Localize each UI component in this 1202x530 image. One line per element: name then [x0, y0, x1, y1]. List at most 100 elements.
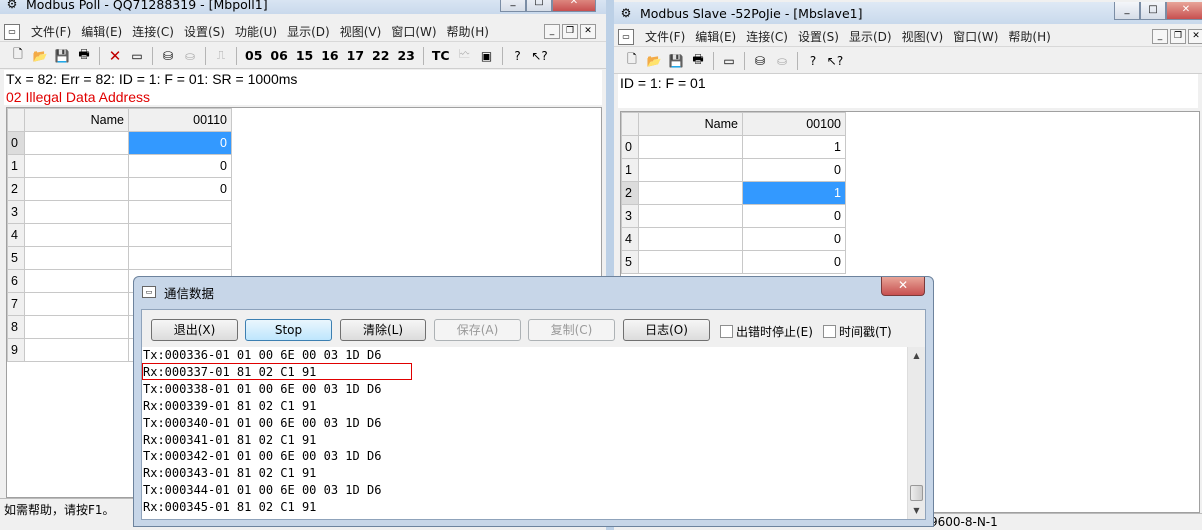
connect-icon[interactable]: ⛁ — [158, 46, 178, 66]
name-cell[interactable] — [638, 181, 743, 205]
mdi-minimize-button[interactable]: _ — [1152, 29, 1168, 44]
close-button[interactable]: ✕ — [1166, 2, 1202, 20]
context-help-icon[interactable]: ↖? — [825, 51, 845, 71]
name-cell[interactable] — [24, 154, 129, 178]
chart-icon[interactable]: 🗠 — [455, 46, 475, 66]
name-cell[interactable] — [638, 135, 743, 159]
new-file-icon[interactable]: 🗋 — [622, 51, 642, 71]
menu-functions[interactable]: 功能(U) — [230, 23, 282, 40]
fc-15-button[interactable]: 15 — [293, 46, 316, 66]
fc-22-button[interactable]: 22 — [369, 46, 392, 66]
menu-connection[interactable]: 连接(C) — [127, 23, 179, 40]
menu-edit[interactable]: 编辑(E) — [76, 23, 127, 40]
scroll-down-arrow-icon[interactable]: ▼ — [908, 502, 925, 519]
name-cell[interactable] — [24, 292, 129, 316]
value-cell[interactable] — [128, 223, 232, 247]
checkbox-box[interactable] — [823, 325, 836, 338]
open-folder-icon[interactable]: 📂 — [644, 51, 664, 71]
value-cell[interactable]: 0 — [128, 154, 232, 178]
log-button[interactable]: 日志(O) — [623, 319, 710, 341]
menu-edit[interactable]: 编辑(E) — [690, 28, 741, 45]
fc-17-button[interactable]: 17 — [344, 46, 367, 66]
window-icon[interactable]: ▭ — [127, 46, 147, 66]
menu-view[interactable]: 视图(V) — [335, 23, 387, 40]
copy-button[interactable]: 复制(C) — [528, 319, 615, 341]
print-icon[interactable]: 🖶 — [74, 46, 94, 66]
name-cell[interactable] — [24, 338, 129, 362]
value-cell[interactable]: 0 — [742, 158, 846, 182]
dialog-titlebar[interactable]: ▭ 通信数据 — [142, 283, 214, 301]
menu-setup[interactable]: 设置(S) — [793, 28, 844, 45]
value-cell[interactable]: 1 — [742, 135, 846, 159]
mdi-child-icon[interactable]: ▭ — [4, 23, 20, 40]
maximize-button[interactable]: □ — [1140, 2, 1166, 20]
name-cell[interactable] — [638, 250, 743, 274]
mdi-child-icon[interactable]: ▭ — [618, 28, 634, 45]
traffic-log[interactable]: Tx:000336-01 01 00 6E 00 03 1D D6 Rx:000… — [142, 347, 907, 519]
menu-file[interactable]: 文件(F) — [26, 23, 76, 40]
name-cell[interactable] — [638, 227, 743, 251]
maximize-button[interactable]: □ — [526, 0, 552, 12]
checkbox-box[interactable] — [720, 325, 733, 338]
menu-help[interactable]: 帮助(H) — [442, 23, 494, 40]
value-cell[interactable]: 0 — [128, 131, 232, 155]
value-cell[interactable]: 0 — [742, 227, 846, 251]
name-cell[interactable] — [24, 269, 129, 293]
mdi-minimize-button[interactable]: _ — [544, 24, 560, 39]
open-folder-icon[interactable]: 📂 — [30, 46, 50, 66]
mdi-restore-button[interactable]: ❐ — [562, 24, 578, 39]
save-icon[interactable]: 💾 — [666, 51, 686, 71]
name-cell[interactable] — [24, 177, 129, 201]
disconnect-icon[interactable]: ⛀ — [772, 51, 792, 71]
context-help-icon[interactable]: ↖? — [530, 46, 550, 66]
menu-window[interactable]: 窗口(W) — [948, 28, 1003, 45]
minimize-button[interactable]: _ — [1114, 2, 1140, 20]
value-cell[interactable] — [128, 200, 232, 224]
menu-view[interactable]: 视图(V) — [897, 28, 949, 45]
clear-button[interactable]: 清除(L) — [340, 319, 426, 341]
print-icon[interactable]: 🖶 — [688, 51, 708, 71]
fc-05-button[interactable]: 05 — [242, 46, 265, 66]
fc-06-button[interactable]: 06 — [267, 46, 290, 66]
value-cell[interactable] — [128, 246, 232, 270]
slave-titlebar[interactable]: ⚙ Modbus Slave -52PoJie - [Mbslave1] _ □… — [614, 2, 1202, 24]
disconnect-icon[interactable]: ⛀ — [180, 46, 200, 66]
tc-button[interactable]: TC — [429, 46, 453, 66]
mdi-close-button[interactable]: ✕ — [580, 24, 596, 39]
menu-display[interactable]: 显示(D) — [282, 23, 335, 40]
menu-display[interactable]: 显示(D) — [844, 28, 897, 45]
menu-setup[interactable]: 设置(S) — [179, 23, 230, 40]
value-cell[interactable]: 1 — [742, 181, 846, 205]
monitor-icon[interactable]: ▣ — [477, 46, 497, 66]
poll-titlebar[interactable]: ⚙ Modbus Poll - QQ71288319 - [Mbpoll1] _… — [0, 0, 606, 14]
connect-icon[interactable]: ⛁ — [750, 51, 770, 71]
exit-button[interactable]: 退出(X) — [151, 319, 238, 341]
pulse-icon[interactable]: ⎍ — [211, 46, 231, 66]
scroll-thumb[interactable] — [910, 485, 923, 501]
new-file-icon[interactable]: 🗋 — [8, 46, 28, 66]
help-icon[interactable]: ? — [803, 51, 823, 71]
stop-on-error-checkbox[interactable]: 出错时停止(E) — [720, 323, 813, 340]
name-cell[interactable] — [638, 204, 743, 228]
mdi-close-button[interactable]: ✕ — [1188, 29, 1202, 44]
window-icon[interactable]: ▭ — [719, 51, 739, 71]
mdi-restore-button[interactable]: ❐ — [1170, 29, 1186, 44]
close-button[interactable]: ✕ — [552, 0, 596, 12]
timestamp-checkbox[interactable]: 时间戳(T) — [823, 323, 892, 340]
help-icon[interactable]: ? — [508, 46, 528, 66]
fc-23-button[interactable]: 23 — [394, 46, 417, 66]
name-cell[interactable] — [24, 246, 129, 270]
name-cell[interactable] — [24, 315, 129, 339]
name-cell[interactable] — [24, 131, 129, 155]
menu-connection[interactable]: 连接(C) — [741, 28, 793, 45]
fc-16-button[interactable]: 16 — [318, 46, 341, 66]
log-scrollbar[interactable]: ▲ ▼ — [907, 347, 925, 519]
scroll-up-arrow-icon[interactable]: ▲ — [908, 347, 925, 364]
save-icon[interactable]: 💾 — [52, 46, 72, 66]
name-cell[interactable] — [24, 223, 129, 247]
menu-help[interactable]: 帮助(H) — [1003, 28, 1055, 45]
value-cell[interactable]: 0 — [742, 204, 846, 228]
stop-button[interactable]: Stop — [245, 319, 332, 341]
dialog-close-button[interactable]: ✕ — [881, 277, 925, 296]
value-cell[interactable]: 0 — [742, 250, 846, 274]
